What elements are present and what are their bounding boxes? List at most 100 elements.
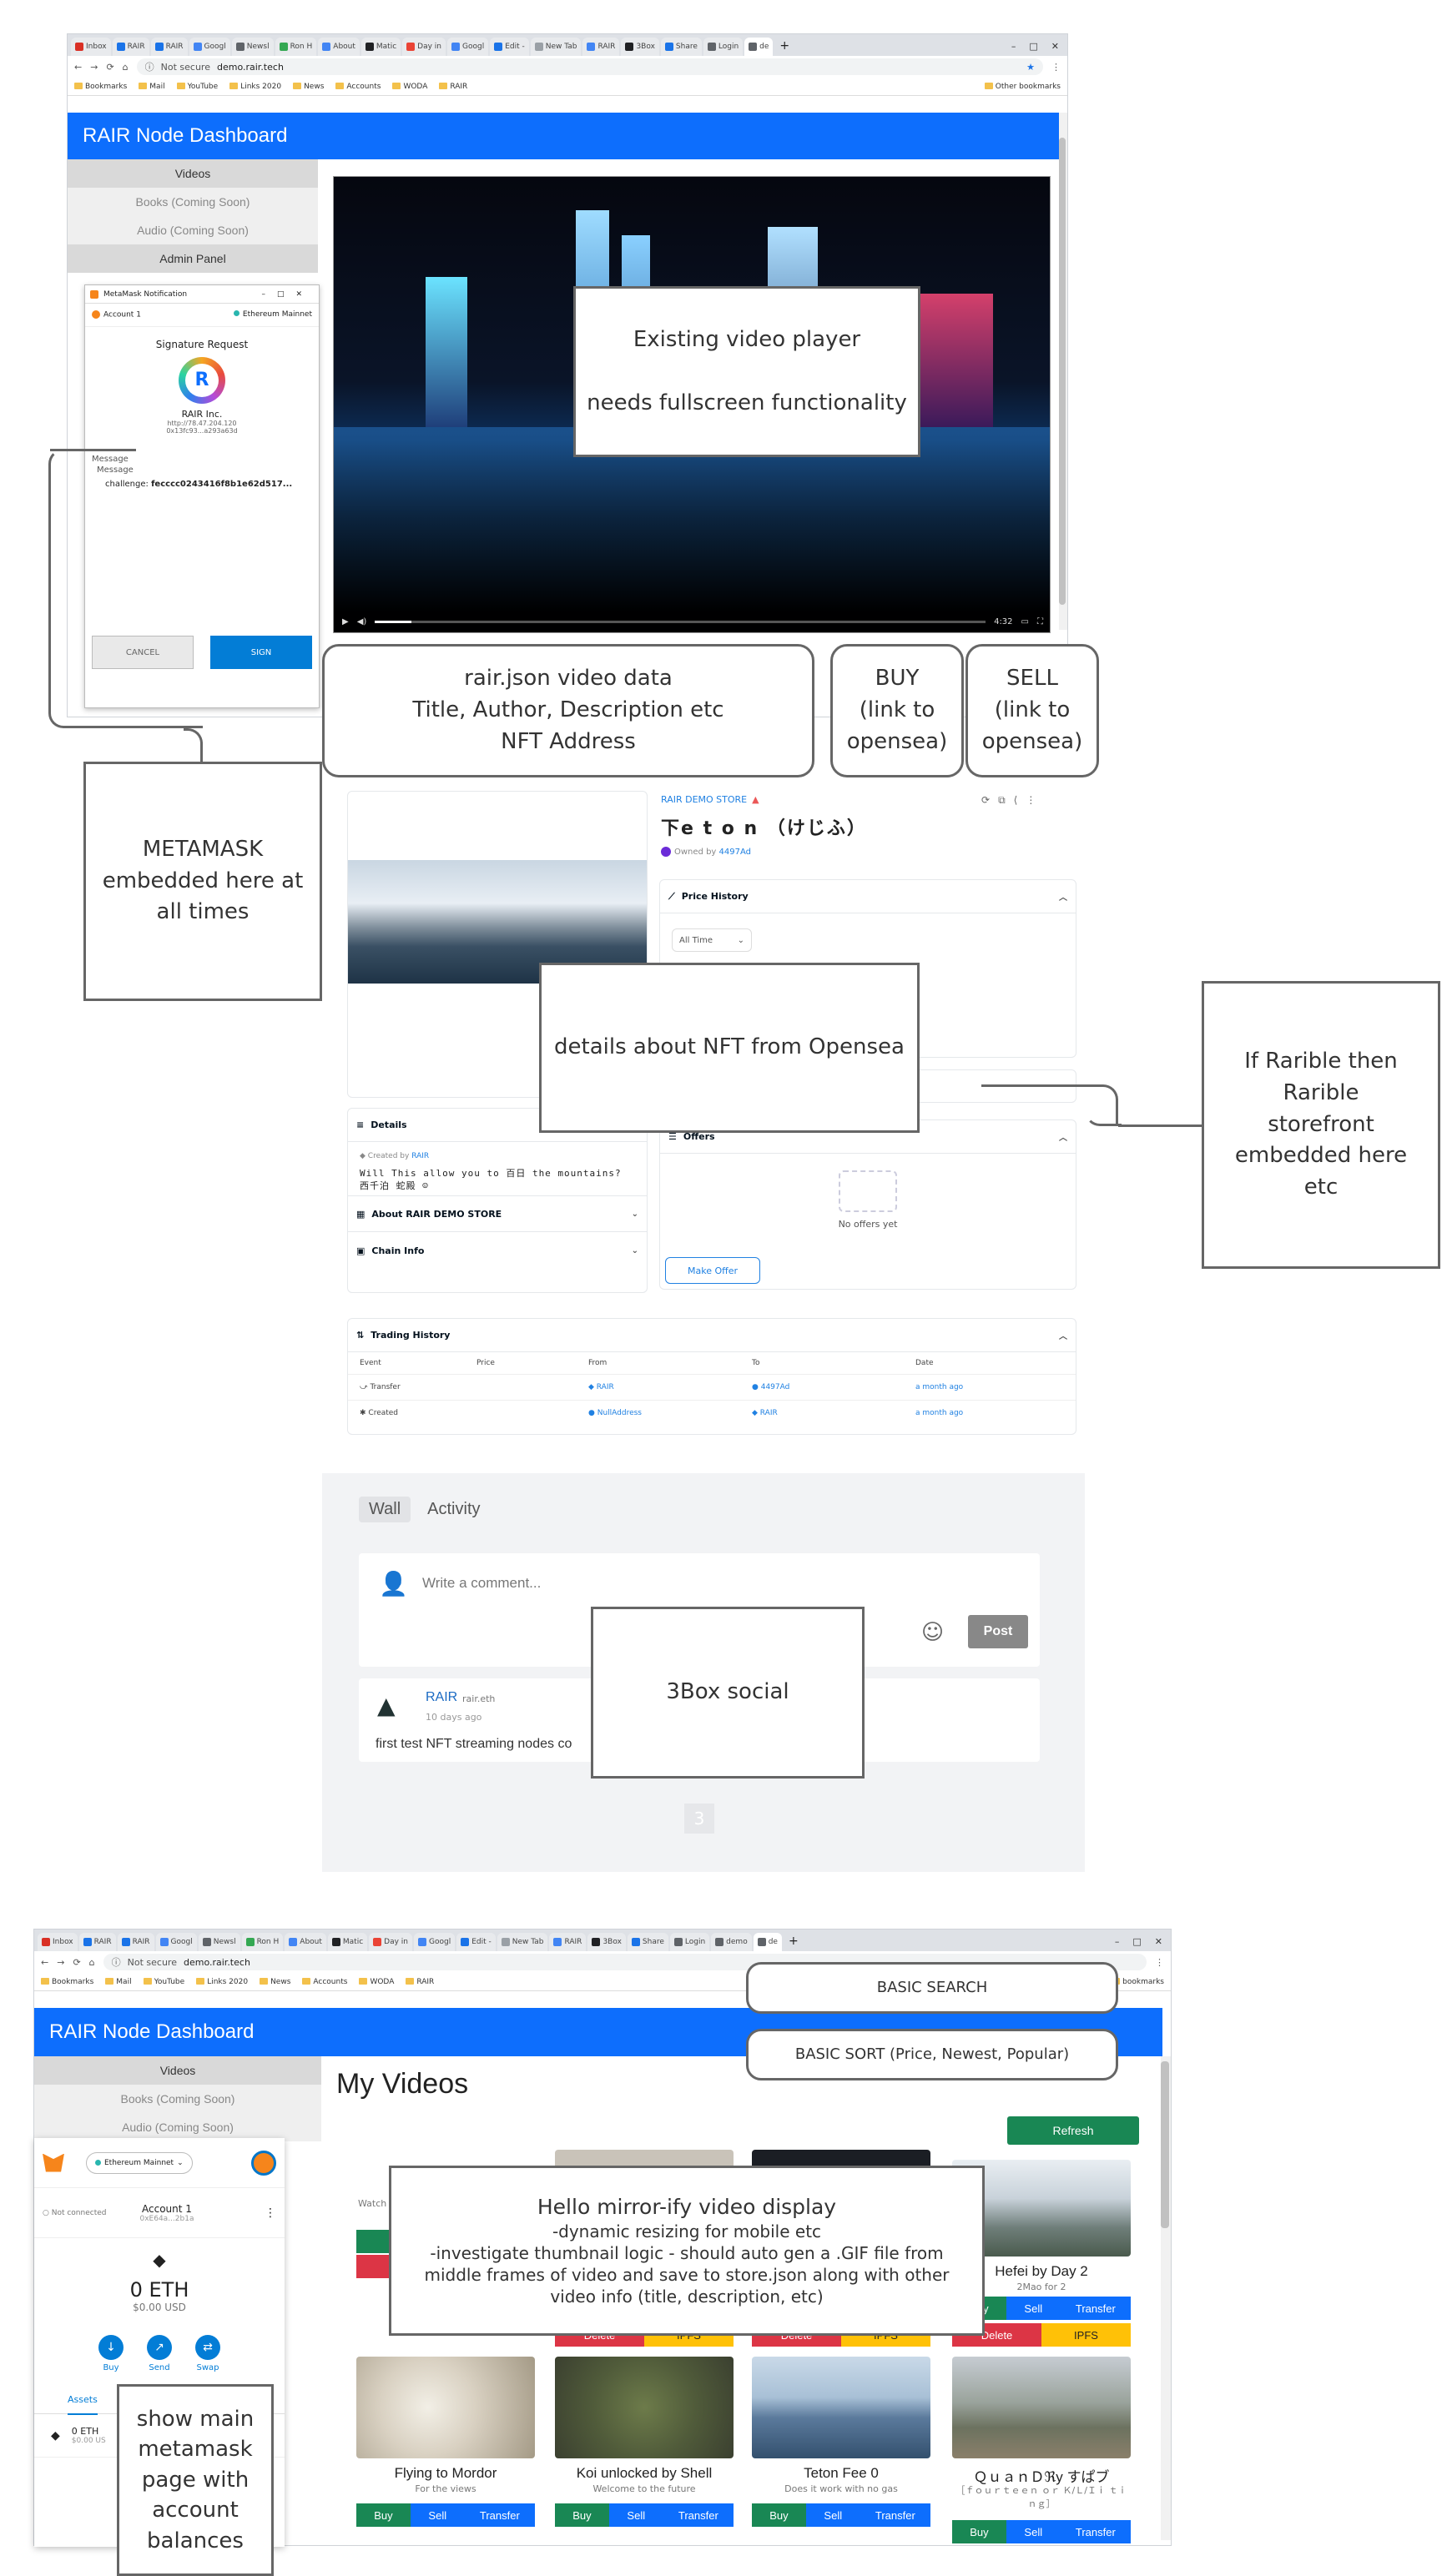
sell-button[interactable]: Sell [608,2503,663,2527]
browser-tab[interactable]: Login [669,1933,710,1951]
buy-button[interactable]: Buy [752,2503,806,2527]
transfer-button[interactable]: Transfer [464,2503,535,2527]
close-icon[interactable]: ✕ [1155,1936,1162,1947]
from-link[interactable]: NullAddress [597,1409,642,1417]
nav-videos[interactable]: Videos [68,159,318,188]
bookmark-item[interactable]: News [260,1978,290,1986]
maximize-icon[interactable]: □ [1132,1936,1141,1947]
browser-tab[interactable]: Day in [402,38,446,56]
browser-tab[interactable]: Ron H [275,38,317,56]
transfer-button[interactable]: Transfer [860,2503,930,2527]
forward-icon[interactable]: → [90,62,98,73]
browser-tab[interactable]: Matic [327,1933,368,1951]
watch-label[interactable]: Watch [358,2198,386,2209]
browser-tab[interactable]: RAIR [117,1933,154,1951]
seek-bar[interactable] [375,620,986,623]
browser-tab[interactable]: Googl [155,1933,197,1951]
buy-button[interactable]: Buy [952,2520,1006,2543]
extensions-icon[interactable]: ⋮ [1155,1957,1164,1968]
sell-button[interactable]: Sell [805,2503,860,2527]
browser-tab[interactable]: Share [660,38,702,56]
bookmark-item[interactable]: WODA [392,83,427,91]
nav-audio[interactable]: Audio (Coming Soon) [68,216,318,244]
nav-admin[interactable]: Admin Panel [68,244,318,273]
date-link[interactable]: a month ago [915,1409,1064,1417]
nav-books[interactable]: Books (Coming Soon) [68,188,318,216]
browser-tab[interactable]: About [318,38,360,56]
bookmark-item[interactable]: Mail [105,1978,132,1986]
home-icon[interactable]: ⌂ [89,1957,95,1968]
time-range-select[interactable]: All Time ⌄ [672,928,752,952]
emoji-icon[interactable]: ☺ [921,1620,944,1645]
transfer-button[interactable]: Transfer [1060,2520,1131,2543]
browser-tab[interactable]: RAIR [112,38,149,56]
home-icon[interactable]: ⌂ [123,62,129,73]
volume-icon[interactable]: ◀) [357,617,367,626]
browser-tab[interactable]: Ron H [241,1933,284,1951]
browser-tab[interactable]: de [744,38,774,56]
pagination-page[interactable]: 3 [684,1804,714,1834]
to-link[interactable]: RAIR [760,1409,778,1417]
star-icon[interactable]: ★ [1026,62,1035,73]
browser-tab[interactable]: RAIR [582,38,620,56]
other-bookmarks[interactable]: bookmarks [1112,1978,1164,1986]
buy-action[interactable]: ↓ Buy [98,2335,124,2372]
bookmark-item[interactable]: RAIR [406,1978,434,1986]
window-controls[interactable]: – □ ✕ [1003,41,1067,56]
browser-tab[interactable]: RAIR [78,1933,116,1951]
sell-button[interactable]: Sell [410,2503,465,2527]
bookmark-item[interactable]: Mail [139,83,165,91]
forward-icon[interactable]: → [57,1957,64,1968]
extensions-icon[interactable]: ⋮ [1051,62,1061,73]
browser-tab[interactable]: RAIR [549,1933,587,1951]
bookmark-item[interactable]: Bookmarks [41,1978,93,1986]
minimize-icon[interactable]: – [1011,41,1016,52]
video-thumbnail[interactable] [952,2357,1131,2458]
network-select[interactable]: Ethereum Mainnet ⌄ [86,2151,193,2174]
pip-icon[interactable]: ▭ [1021,617,1029,626]
creator-link[interactable]: RAIR [411,1152,429,1160]
browser-tab[interactable]: Matic [360,38,401,56]
sign-button[interactable]: SIGN [210,636,312,669]
from-link[interactable]: RAIR [597,1383,614,1391]
browser-tab[interactable]: 3Box [621,38,659,56]
browser-tab[interactable]: New Tab [497,1933,548,1951]
new-tab-icon[interactable]: + [774,39,794,56]
nav-videos[interactable]: Videos [34,2056,321,2085]
external-link-icon[interactable]: ⧉ [998,794,1006,807]
trading-history-header[interactable]: ⇅ Trading History ︿ [348,1319,1076,1352]
comment-input[interactable]: Write a comment... [422,1575,541,1592]
url-input[interactable]: ⓘ Not secure demo.rair.tech ★ [136,58,1043,75]
bookmark-item[interactable]: YouTube [176,83,218,91]
transfer-button[interactable]: Transfer [663,2503,734,2527]
video-thumbnail[interactable] [356,2357,535,2458]
nav-books[interactable]: Books (Coming Soon) [34,2085,321,2113]
browser-tab[interactable]: Day in [369,1933,412,1951]
ipfs-button[interactable]: IPFS [1041,2323,1131,2347]
other-bookmarks[interactable]: Other bookmarks [984,83,1061,91]
swap-action[interactable]: ⇄ Swap [195,2335,220,2372]
reload-icon[interactable]: ⟳ [73,1957,80,1968]
bookmark-item[interactable]: Bookmarks [74,83,127,91]
browser-tab[interactable]: Googl [414,1933,456,1951]
minimize-icon[interactable]: – [1115,1936,1120,1947]
video-thumbnail[interactable] [752,2357,930,2458]
bookmark-item[interactable]: YouTube [143,1978,184,1986]
content-scrollbar[interactable] [1161,2056,1171,2540]
post-button[interactable]: Post [968,1615,1028,1648]
browser-tab[interactable]: Edit - [490,38,529,56]
browser-tab[interactable]: demo [711,1933,752,1951]
to-link[interactable]: 4497Ad [761,1383,790,1391]
chain-info-header[interactable]: ▣ Chain Info ⌄ [348,1232,647,1269]
bookmark-item[interactable]: Links 2020 [196,1978,248,1986]
browser-tab[interactable]: 3Box [587,1933,626,1951]
account-avatar[interactable] [251,2150,276,2176]
date-link[interactable]: a month ago [915,1383,1064,1391]
bookmark-item[interactable]: WODA [359,1978,394,1986]
browser-tab[interactable]: Share [627,1933,668,1951]
tab-wall[interactable]: Wall [359,1497,411,1522]
more-icon[interactable]: ⋮ [1026,794,1036,807]
bookmark-item[interactable]: Accounts [302,1978,347,1986]
owner-link[interactable]: 4497Ad [719,848,751,857]
browser-tab[interactable]: Inbox [71,38,111,56]
